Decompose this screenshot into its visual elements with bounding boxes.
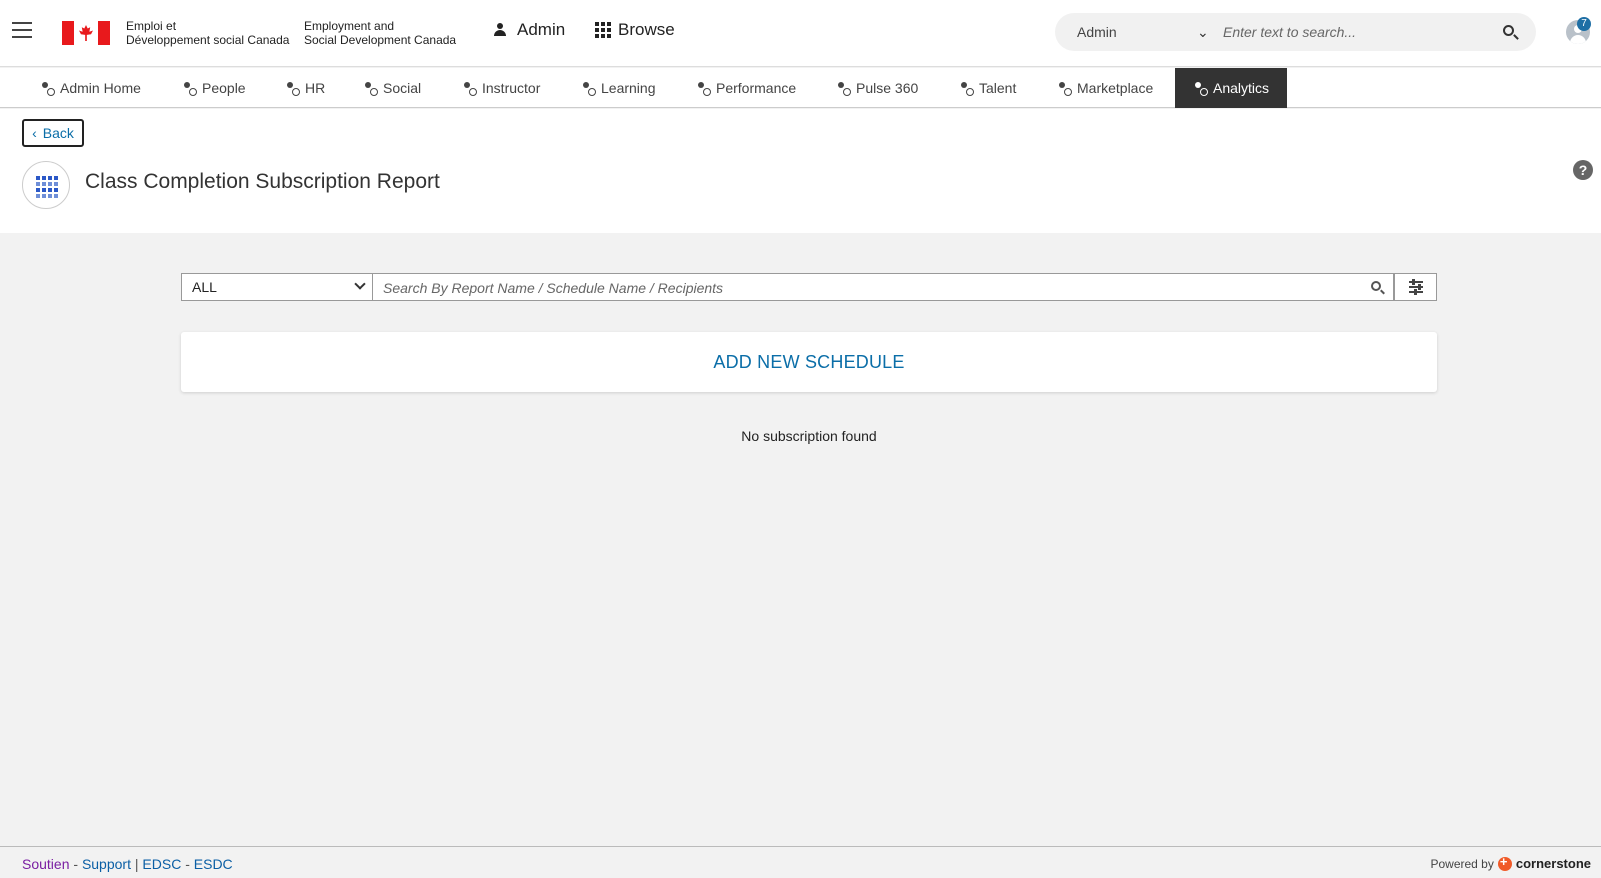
pulse-icon	[836, 82, 851, 96]
support-link[interactable]: Support	[82, 856, 131, 872]
cornerstone-logo-icon	[1497, 854, 1512, 871]
admin-nav-tabs: Admin Home People HR Social Instructor L…	[0, 68, 1601, 108]
tab-label: Analytics	[1213, 80, 1270, 96]
chevron-down-icon	[354, 278, 366, 290]
footer-links: Soutien - Support | EDSC - ESDC	[22, 856, 233, 872]
powered-by-label: Powered by	[1430, 856, 1494, 871]
tab-instructor[interactable]: Instructor	[462, 68, 558, 108]
browse-menu-button[interactable]: Browse	[595, 20, 675, 40]
footer: Soutien - Support | EDSC - ESDC Powered …	[0, 846, 1601, 878]
tab-label: HR	[305, 80, 326, 96]
esdc-link[interactable]: ESDC	[194, 856, 233, 872]
org-en-line2: Social Development Canada	[304, 33, 457, 47]
admin-menu-button[interactable]: Admin	[494, 20, 565, 40]
chevron-down-icon[interactable]: ⌄	[1197, 24, 1209, 41]
report-type-value: ALL	[192, 279, 217, 295]
report-type-select[interactable]: ALL	[181, 273, 373, 301]
report-grid-icon	[22, 161, 70, 209]
top-header: Emploi et Développement social Canada Em…	[0, 0, 1601, 67]
tab-label: Marketplace	[1077, 80, 1154, 96]
org-en-line1: Employment and	[304, 19, 395, 33]
report-search-box	[373, 273, 1394, 301]
tab-marketplace[interactable]: Marketplace	[1057, 68, 1171, 108]
tab-label: Social	[383, 80, 422, 96]
tab-social[interactable]: Social	[363, 68, 439, 108]
org-name-en: Employment and Social Development Canada	[304, 19, 456, 47]
tab-talent[interactable]: Talent	[959, 68, 1034, 108]
tab-label: Admin Home	[60, 80, 141, 96]
tab-hr[interactable]: HR	[285, 68, 343, 108]
search-icon[interactable]	[1371, 281, 1381, 291]
page-title: Class Completion Subscription Report	[85, 170, 440, 193]
tab-label: People	[202, 80, 246, 96]
admin-icon	[494, 23, 510, 37]
org-fr-line1: Emploi et	[126, 19, 177, 33]
footer-separator: -	[69, 856, 82, 872]
canada-flag-logo	[62, 21, 110, 45]
tab-pulse-360[interactable]: Pulse 360	[836, 68, 936, 108]
footer-separator: |	[130, 856, 143, 872]
search-icon[interactable]	[1503, 25, 1514, 36]
menu-icon[interactable]	[12, 22, 32, 38]
tab-learning[interactable]: Learning	[581, 68, 674, 108]
org-name-fr: Emploi et Développement social Canada	[126, 19, 289, 47]
global-search-input[interactable]	[1223, 21, 1493, 43]
powered-by: Powered by cornerstone	[1430, 854, 1591, 872]
footer-separator: -	[181, 856, 194, 872]
apps-grid-icon	[595, 22, 611, 38]
tab-analytics[interactable]: Analytics	[1175, 68, 1288, 108]
chevron-left-icon: ‹	[32, 125, 37, 141]
browse-label: Browse	[618, 20, 675, 39]
marketplace-icon	[1057, 82, 1072, 96]
page-header: ‹ Back Class Completion Subscription Rep…	[0, 109, 1601, 233]
cornerstone-brand: cornerstone	[1515, 856, 1591, 871]
global-search: Admin ⌄	[1055, 13, 1536, 51]
filter-settings-button[interactable]	[1394, 273, 1437, 301]
tab-people[interactable]: People	[182, 68, 264, 108]
notification-badge[interactable]: 7	[1577, 17, 1591, 31]
search-scope-select[interactable]: Admin	[1077, 24, 1117, 40]
tab-label: Pulse 360	[856, 80, 919, 96]
tab-label: Instructor	[482, 80, 541, 96]
report-search-input[interactable]	[383, 278, 1343, 298]
tab-label: Learning	[601, 80, 656, 96]
performance-icon	[696, 82, 711, 96]
tab-label: Talent	[979, 80, 1017, 96]
back-button[interactable]: ‹ Back	[22, 119, 84, 147]
org-fr-line2: Développement social Canada	[126, 33, 290, 47]
admin-label: Admin	[517, 20, 566, 39]
admin-home-icon	[40, 82, 55, 96]
tab-admin-home[interactable]: Admin Home	[40, 68, 159, 108]
tab-performance[interactable]: Performance	[696, 68, 814, 108]
talent-icon	[959, 82, 974, 96]
hr-icon	[285, 82, 300, 96]
add-new-schedule-button[interactable]: ADD NEW SCHEDULE	[181, 332, 1437, 392]
sliders-icon	[1409, 279, 1423, 285]
learning-icon	[581, 82, 596, 96]
back-label: Back	[42, 125, 74, 141]
edsc-link[interactable]: EDSC	[142, 856, 181, 872]
help-icon[interactable]: ?	[1573, 160, 1593, 180]
analytics-icon	[1193, 82, 1208, 96]
add-new-schedule-label: ADD NEW SCHEDULE	[713, 351, 905, 372]
tab-label: Performance	[716, 80, 797, 96]
instructor-icon	[462, 82, 477, 96]
social-icon	[363, 82, 378, 96]
soutien-link[interactable]: Soutien	[22, 856, 69, 872]
empty-state-message: No subscription found	[741, 428, 877, 444]
people-icon	[182, 82, 197, 96]
